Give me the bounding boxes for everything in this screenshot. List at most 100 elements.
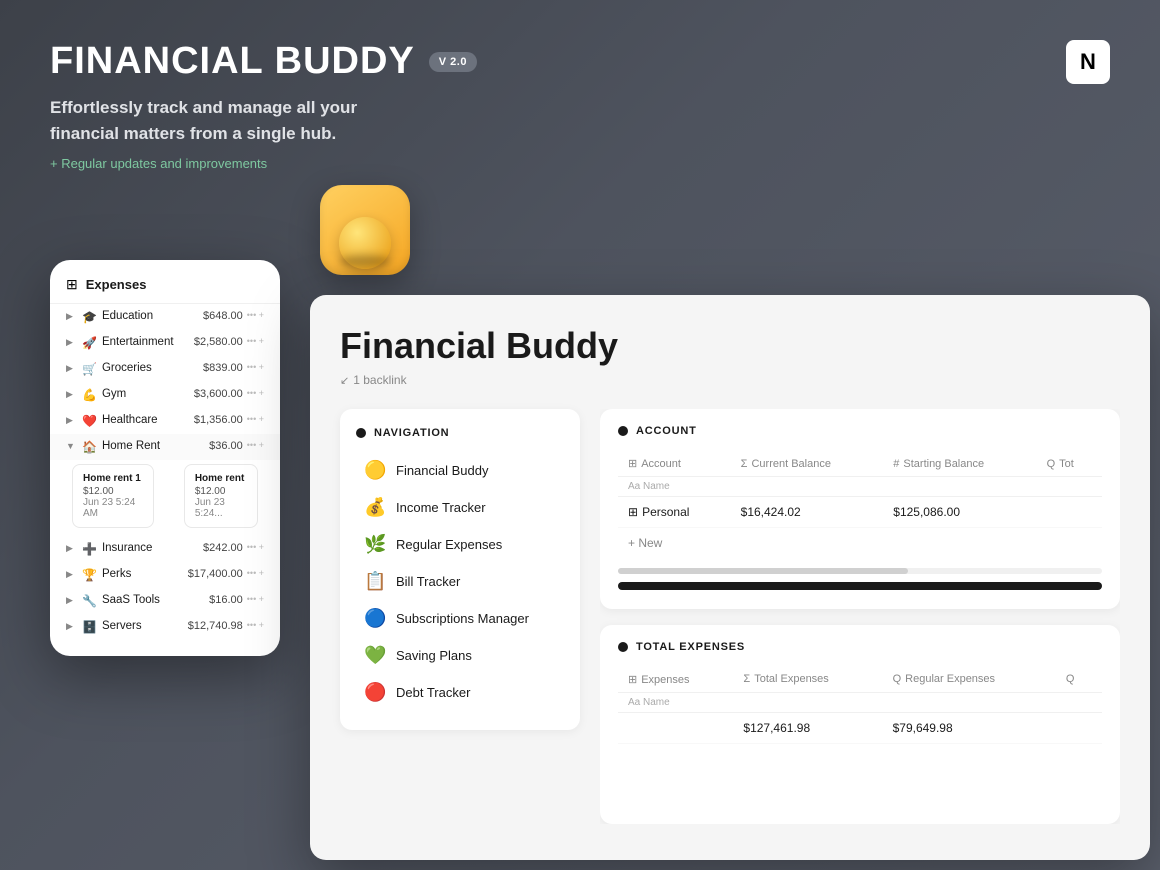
sidebar-item-saving-plans[interactable]: 💚 Saving Plans: [356, 638, 564, 673]
toggle-icon: ▼: [66, 441, 78, 451]
hash-icon: #: [893, 458, 899, 470]
col-subheader-regular: [883, 692, 1056, 712]
total-expenses-cell: $127,461.98: [733, 712, 882, 743]
category-icon: 🗄️: [82, 620, 97, 634]
category-icon: 🏠: [82, 440, 97, 454]
nav-item-label: Financial Buddy: [396, 463, 489, 478]
category-icon: 🔧: [82, 594, 97, 608]
expense-name: SaaS Tools: [102, 594, 205, 606]
personal-icon: ⊞: [628, 505, 638, 519]
nav-dot: [356, 428, 366, 438]
app-icon-shadow: [340, 255, 390, 267]
version-badge: V 2.0: [429, 52, 477, 72]
sidebar-item-subscriptions[interactable]: 🔵 Subscriptions Manager: [356, 601, 564, 636]
expense-amount: $12,740.98: [188, 620, 243, 632]
col-subheader-total: [733, 692, 882, 712]
nav-item-label: Bill Tracker: [396, 574, 460, 589]
row-actions: ••• +: [247, 362, 264, 372]
row-actions: ••• +: [247, 414, 264, 424]
table-row: $127,461.98 $79,649.98: [618, 712, 1102, 743]
col-subheader-extra: [1056, 692, 1102, 712]
col-subheader-name: Aa Name: [618, 477, 731, 497]
panel-dot: [618, 642, 628, 652]
toggle-icon: ▶: [66, 595, 78, 606]
sub-card-date: Jun 23 5:24...: [195, 497, 247, 519]
sidebar-item-regular-expenses[interactable]: 🌿 Regular Expenses: [356, 527, 564, 562]
category-icon: ➕: [82, 542, 97, 556]
list-item: ▶ ➕ Insurance $242.00 ••• +: [50, 536, 280, 562]
list-item: ▶ 🗄️ Servers $12,740.98 ••• +: [50, 614, 280, 640]
right-panels: ACCOUNT ⊞Account ΣCurrent Balance: [600, 409, 1120, 824]
notion-label: N: [1080, 49, 1096, 75]
sub-card: Home rent 1 $12.00 Jun 23 5:24 AM: [72, 464, 154, 528]
col-header-tot: QTot: [1037, 451, 1102, 477]
col-header-regular-expenses: QRegular Expenses: [883, 667, 1056, 693]
sub-card-title: Home rent 1: [83, 473, 143, 484]
current-balance-cell: $16,424.02: [731, 497, 884, 528]
toggle-icon: ▶: [66, 415, 78, 426]
nav-item-label: Income Tracker: [396, 500, 486, 515]
content-row: NAVIGATION 🟡 Financial Buddy 💰 Income Tr…: [340, 409, 1120, 824]
list-item: ▶ 🏆 Perks $17,400.00 ••• +: [50, 562, 280, 588]
account-table-container: ⊞Account ΣCurrent Balance #Starting Bala…: [618, 451, 1102, 558]
debt-tracker-icon: 🔴: [364, 682, 386, 703]
add-new-button[interactable]: + New: [618, 528, 1102, 558]
expense-name: Healthcare: [102, 414, 190, 426]
col-subheader-balance: [731, 477, 884, 497]
toggle-icon: ▶: [66, 621, 78, 632]
category-icon: 🛒: [82, 362, 97, 376]
expense-amount: $17,400.00: [188, 568, 243, 580]
expense-name: Perks: [102, 568, 184, 580]
expense-amount: $3,600.00: [194, 388, 243, 400]
col-subheader-tot: [1037, 477, 1102, 497]
category-icon: 🏆: [82, 568, 97, 582]
scrollbar-thumb: [618, 568, 908, 574]
personal-tag: ⊞ Personal: [628, 505, 689, 519]
account-section-title: ACCOUNT: [636, 425, 697, 437]
search-icon-2: Q: [1066, 673, 1075, 685]
expense-amount: $36.00: [209, 440, 243, 452]
account-panel-header: ACCOUNT: [618, 425, 1102, 437]
backlink-icon: ↙: [340, 374, 349, 387]
navigation-panel: NAVIGATION 🟡 Financial Buddy 💰 Income Tr…: [340, 409, 580, 730]
row-actions: ••• +: [247, 336, 264, 346]
list-item: ▶ 💪 Gym $3,600.00 ••• +: [50, 382, 280, 408]
extra-cell: [1056, 712, 1102, 743]
backlink[interactable]: ↙ 1 backlink: [340, 373, 1120, 387]
notion-icon[interactable]: N: [1066, 40, 1110, 84]
row-actions: ••• +: [247, 594, 264, 604]
income-tracker-icon: 💰: [364, 497, 386, 518]
expense-amount: $839.00: [203, 362, 243, 374]
nav-section-title: NAVIGATION: [374, 427, 449, 439]
bill-tracker-icon: 📋: [364, 571, 386, 592]
row-actions: ••• +: [247, 310, 264, 320]
phone-card: ⊞ Expenses ▶ 🎓 Education $648.00 ••• + ▶…: [50, 260, 280, 656]
black-bar: [618, 582, 1102, 590]
sidebar-item-financial-buddy[interactable]: 🟡 Financial Buddy: [356, 453, 564, 488]
account-table: ⊞Account ΣCurrent Balance #Starting Bala…: [618, 451, 1102, 528]
table-row: ⊞ Personal $16,424.02 $125,086.00: [618, 497, 1102, 528]
app-icon: [320, 185, 410, 275]
table-icon: ⊞: [628, 458, 637, 470]
saving-plans-icon: 💚: [364, 645, 386, 666]
col-subheader-name: Aa Name: [618, 692, 733, 712]
expenses-section-title: TOTAL EXPENSES: [636, 641, 745, 653]
app-title: FINANCIAL BUDDY: [50, 40, 415, 83]
regular-expenses-icon: 🌿: [364, 534, 386, 555]
expenses-table-container: ⊞Expenses ΣTotal Expenses QRegular Expen…: [618, 667, 1102, 744]
sidebar-item-debt-tracker[interactable]: 🔴 Debt Tracker: [356, 675, 564, 710]
sidebar-item-bill-tracker[interactable]: 📋 Bill Tracker: [356, 564, 564, 599]
sidebar-item-income-tracker[interactable]: 💰 Income Tracker: [356, 490, 564, 525]
category-icon: ❤️: [82, 414, 97, 428]
row-actions: ••• +: [247, 388, 264, 398]
updates-text: + Regular updates and improvements: [50, 156, 1110, 171]
expense-amount: $16.00: [209, 594, 243, 606]
row-actions: ••• +: [247, 620, 264, 630]
category-icon: 🎓: [82, 310, 97, 324]
scrollbar-track: [618, 568, 1102, 574]
nav-section-header: NAVIGATION: [356, 427, 564, 439]
category-icon: 🚀: [82, 336, 97, 350]
col-header-current-balance: ΣCurrent Balance: [731, 451, 884, 477]
expense-name: Entertainment: [102, 336, 190, 348]
sub-card-amount: $12.00: [195, 486, 247, 497]
